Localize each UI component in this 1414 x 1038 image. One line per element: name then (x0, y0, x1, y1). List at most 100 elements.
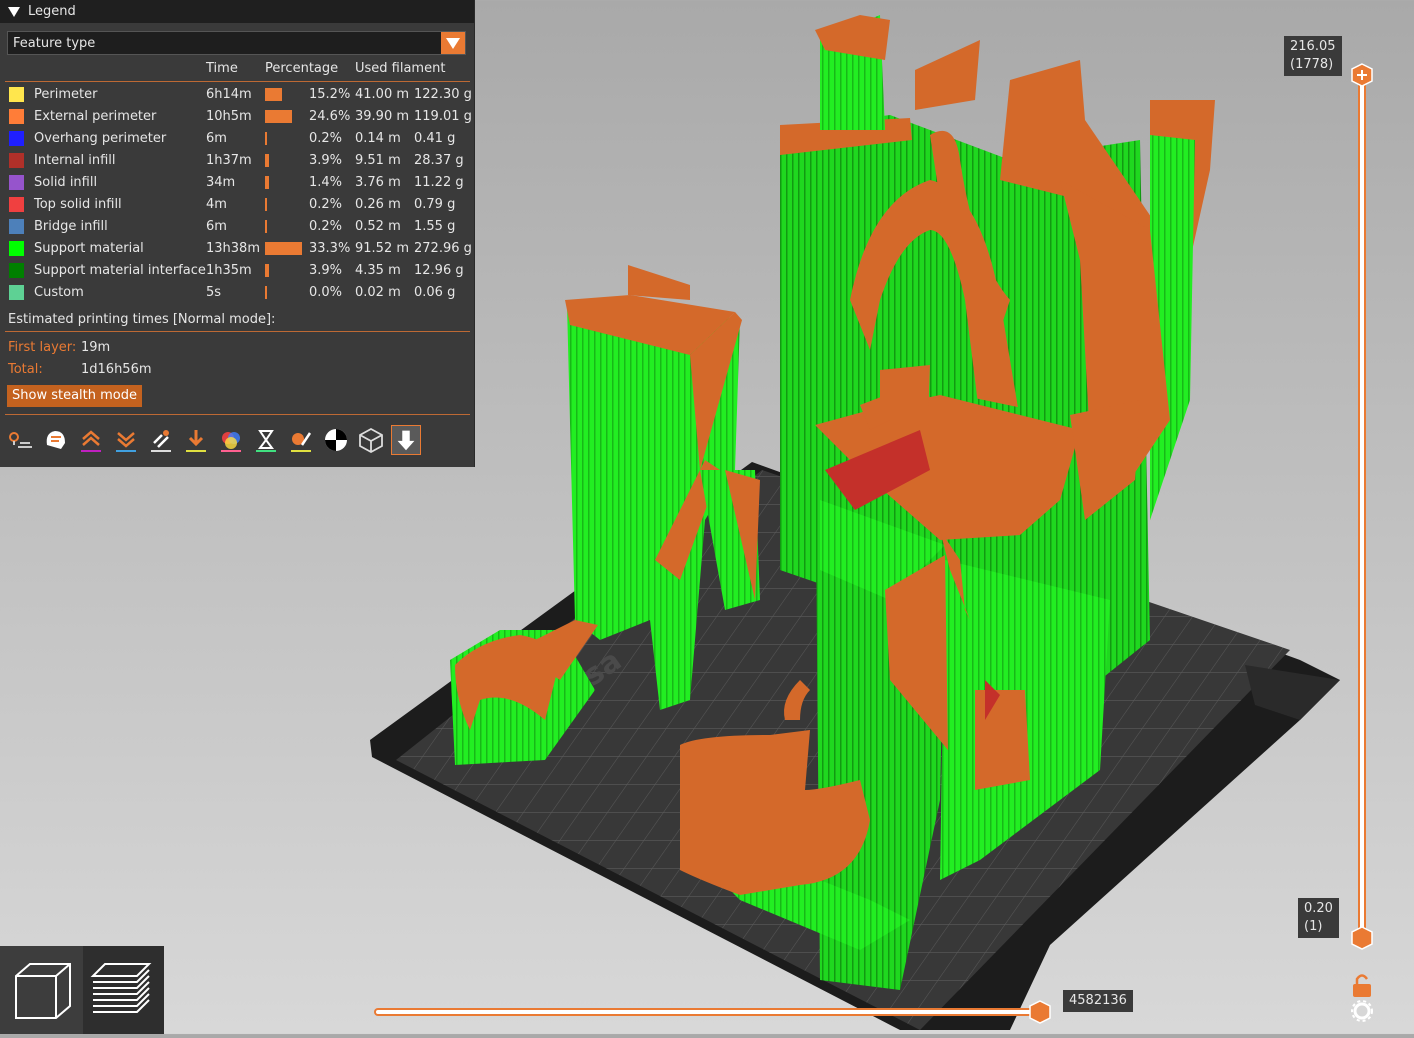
view-type-value: Feature type (13, 36, 96, 51)
preview-layers-button[interactable] (83, 946, 164, 1034)
feature-label: Support material interface (34, 263, 206, 278)
top-layer-height: 216.05 (1290, 39, 1336, 54)
feature-percentage-bar (265, 198, 267, 211)
feature-color-swatch (9, 87, 24, 102)
feature-percentage: 0.2% (309, 197, 343, 212)
chevron-down-icon[interactable] (441, 32, 465, 54)
layers-icon (90, 963, 152, 1013)
feature-time: 6h14m (206, 87, 252, 102)
feature-row[interactable]: Solid infill 34m 1.4% 3.76 m 11.22 g (0, 172, 475, 194)
header-percentage: Percentage (265, 61, 339, 76)
wipe-icon[interactable] (41, 425, 71, 455)
feature-percentage: 0.2% (309, 131, 343, 146)
feature-percentage-bar (265, 110, 293, 123)
bottom-layer-height: 0.20 (1304, 901, 1333, 916)
feature-percentage: 33.3% (309, 241, 351, 256)
feature-weight: 119.01 g (414, 109, 472, 124)
feature-percentage-bar (265, 220, 267, 233)
center-of-gravity-icon[interactable] (321, 425, 351, 455)
feature-weight: 12.96 g (414, 263, 464, 278)
feature-label: Top solid infill (34, 197, 122, 212)
feature-percentage: 3.9% (309, 153, 343, 168)
feature-row[interactable]: Custom 5s 0.0% 0.02 m 0.06 g (0, 282, 475, 304)
unlock-icon[interactable] (1353, 974, 1371, 998)
feature-color-swatch (9, 153, 24, 168)
feature-percentage-bar (265, 242, 302, 255)
color-changes-icon[interactable] (216, 425, 246, 455)
travel-icon[interactable] (6, 425, 36, 455)
feature-label: Overhang perimeter (34, 131, 167, 146)
bottom-layer-tooltip: 0.20 (1) (1298, 898, 1339, 938)
seams-icon[interactable] (146, 425, 176, 455)
feature-color-swatch (9, 197, 24, 212)
pause-prints-icon[interactable] (251, 425, 281, 455)
feature-color-swatch (9, 241, 24, 256)
feature-label: Bridge infill (34, 219, 108, 234)
feature-row[interactable]: Top solid infill 4m 0.2% 0.26 m 0.79 g (0, 194, 475, 216)
legend-panel: Legend Feature type Time Percentage Used… (0, 0, 475, 467)
feature-row[interactable]: External perimeter 10h5m 24.6% 39.90 m 119.0… (0, 106, 475, 128)
feature-percentage: 1.4% (309, 175, 343, 190)
total-label: Total: (8, 362, 43, 377)
feature-color-swatch (9, 109, 24, 124)
feature-color-swatch (9, 219, 24, 234)
feature-time: 34m (206, 175, 236, 190)
feature-length: 41.00 m (355, 87, 410, 102)
move-thumb[interactable] (1029, 1000, 1051, 1024)
top-layer-tooltip: 216.05 (1778) (1284, 36, 1342, 76)
feature-label: Internal infill (34, 153, 116, 168)
feature-color-swatch (9, 285, 24, 300)
tool-marker-icon[interactable] (391, 425, 421, 455)
layer-slider-track[interactable] (1340, 60, 1384, 1030)
feature-time: 1h37m (206, 153, 252, 168)
feature-row[interactable]: Support material 13h38m 33.3% 91.52 m 272.96… (0, 238, 475, 260)
feature-weight: 0.06 g (414, 285, 456, 300)
feature-time: 10h5m (206, 109, 252, 124)
show-stealth-mode-button[interactable]: Show stealth mode (7, 385, 142, 407)
settings-cog-icon[interactable] (1351, 1000, 1373, 1022)
feature-length: 0.02 m (355, 285, 401, 300)
3d-view-button[interactable] (0, 946, 83, 1034)
feature-label: External perimeter (34, 109, 157, 124)
feature-length: 0.14 m (355, 131, 401, 146)
feature-length: 9.51 m (355, 153, 401, 168)
feature-time: 6m (206, 219, 227, 234)
top-layer-number: (1778) (1290, 57, 1334, 72)
divider (5, 414, 470, 415)
feature-length: 39.90 m (355, 109, 410, 124)
feature-length: 91.52 m (355, 241, 410, 256)
feature-time: 1h35m (206, 263, 252, 278)
feature-length: 3.76 m (355, 175, 401, 190)
feature-row[interactable]: Overhang perimeter 6m 0.2% 0.14 m 0.41 g (0, 128, 475, 150)
feature-length: 0.52 m (355, 219, 401, 234)
divider (5, 81, 470, 82)
feature-time: 6m (206, 131, 227, 146)
deretractions-icon[interactable] (111, 425, 141, 455)
cube-icon (15, 963, 71, 1019)
tool-changes-icon[interactable] (181, 425, 211, 455)
move-slider-track[interactable] (370, 998, 1060, 1028)
legend-toolbar (6, 425, 436, 457)
move-tooltip: 4582136 (1063, 990, 1133, 1012)
shells-icon[interactable] (356, 425, 386, 455)
feature-weight: 28.37 g (414, 153, 464, 168)
feature-time: 5s (206, 285, 222, 300)
legend-header[interactable]: Legend (0, 0, 474, 23)
feature-time: 13h38m (206, 241, 260, 256)
feature-row[interactable]: Internal infill 1h37m 3.9% 9.51 m 28.37 g (0, 150, 475, 172)
view-type-select[interactable]: Feature type (7, 31, 466, 55)
bottom-layer-number: (1) (1304, 919, 1323, 934)
feature-percentage: 0.2% (309, 219, 343, 234)
feature-time: 4m (206, 197, 227, 212)
custom-gcode-icon[interactable] (286, 425, 316, 455)
bottom-thumb[interactable] (1351, 926, 1373, 950)
retractions-icon[interactable] (76, 425, 106, 455)
feature-row[interactable]: Bridge infill 6m 0.2% 0.52 m 1.55 g (0, 216, 475, 238)
first-layer-value: 19m (81, 340, 111, 355)
feature-percentage: 0.0% (309, 285, 343, 300)
legend-title: Legend (28, 4, 76, 19)
feature-row[interactable]: Support material interface 1h35m 3.9% 4.35 … (0, 260, 475, 282)
feature-row[interactable]: Perimeter 6h14m 15.2% 41.00 m 122.30 g (0, 84, 475, 106)
feature-length: 0.26 m (355, 197, 401, 212)
collapse-triangle-icon[interactable] (8, 6, 20, 17)
